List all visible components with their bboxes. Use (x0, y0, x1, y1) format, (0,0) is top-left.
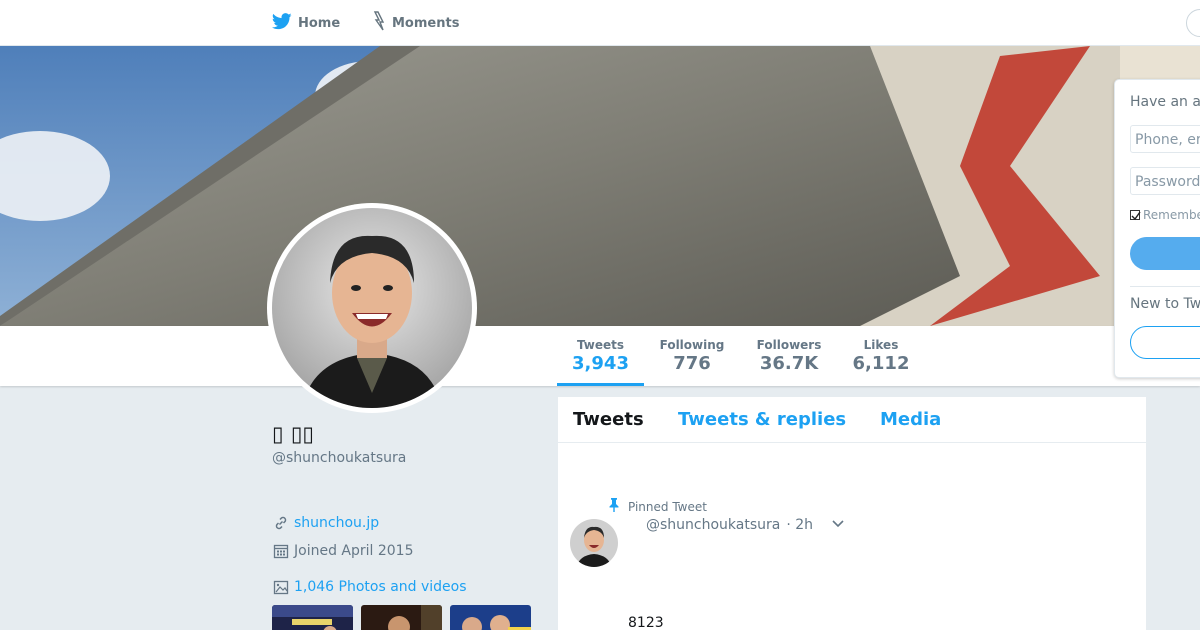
lightning-icon (372, 11, 386, 35)
remember-me-label: Remembe (1143, 208, 1200, 222)
media-thumbnail[interactable] (272, 605, 353, 630)
tweet-timestamp[interactable]: · 2h (786, 517, 813, 533)
nav-moments-link[interactable]: Moments (372, 0, 459, 46)
profile-joined-text: Joined April 2015 (294, 543, 414, 559)
profile-joined-row: Joined April 2015 (272, 542, 414, 560)
media-thumbnail[interactable] (450, 605, 531, 630)
signup-button[interactable] (1130, 326, 1200, 359)
profile-media-link[interactable]: 1,046 Photos and videos (294, 579, 467, 595)
link-icon (272, 514, 290, 532)
remember-me-row[interactable]: Remembe (1130, 208, 1200, 222)
profile-website-link[interactable]: shunchou.jp (294, 515, 379, 531)
nav-home-label: Home (298, 15, 341, 31)
calendar-icon (272, 542, 290, 560)
image-icon (272, 578, 290, 596)
login-divider (1130, 286, 1200, 287)
pinned-label-row: Pinned Tweet (608, 498, 707, 515)
tab-tweets[interactable]: Tweets (573, 409, 644, 430)
profile-nav: Tweets 3,943 Following 776 Followers 36.… (0, 326, 1200, 386)
timeline: Tweets Tweets & replies Media Pinned Twe… (558, 397, 1146, 630)
twitter-bird-icon (271, 12, 292, 34)
media-thumbnails (272, 605, 531, 630)
tab-media[interactable]: Media (880, 409, 941, 430)
remember-me-checkbox[interactable] (1130, 210, 1141, 221)
media-thumbnail[interactable] (361, 605, 442, 630)
avatar-photo (272, 208, 472, 408)
tweet-author-handle[interactable]: @shunchoukatsura (646, 517, 780, 533)
profile-avatar[interactable] (267, 203, 477, 413)
nav-home-link[interactable]: Home (271, 0, 341, 46)
stat-following-value: 776 (673, 353, 711, 374)
stat-tweets-value: 3,943 (572, 353, 629, 374)
password-input[interactable]: Password (1130, 167, 1200, 195)
login-button[interactable] (1130, 237, 1200, 270)
new-to-twitter-label: New to Tw (1130, 296, 1200, 312)
stat-following[interactable]: Following 776 (652, 326, 732, 386)
stat-followers-label: Followers (756, 338, 822, 352)
stat-likes-label: Likes (863, 338, 899, 352)
profile-banner (0, 46, 1200, 326)
chevron-down-icon[interactable] (831, 517, 845, 533)
stat-tweets-label: Tweets (576, 338, 625, 352)
profile-website-row: shunchou.jp (272, 514, 379, 532)
stat-followers-value: 36.7K (759, 353, 819, 374)
tweet-text-line: 8123 (628, 615, 664, 630)
pinned-tweet-label: Pinned Tweet (628, 499, 707, 514)
stat-likes-value: 6,112 (852, 353, 910, 374)
top-nav: Home Moments (0, 0, 1200, 46)
profile-handle[interactable]: @shunchoukatsura (272, 450, 406, 466)
tweet-header: @shunchoukatsura · 2h (646, 517, 845, 533)
stat-tweets[interactable]: Tweets 3,943 (557, 326, 644, 386)
nav-moments-label: Moments (392, 15, 460, 31)
timeline-tabs: Tweets Tweets & replies Media (558, 397, 1146, 443)
phone-email-input[interactable]: Phone, er (1130, 125, 1200, 153)
nav-search-button[interactable] (1186, 9, 1200, 37)
profile-fullname[interactable]: ▯ ▯▯ (272, 422, 314, 446)
login-dialog: Have an a Phone, er Password Remembe New… (1114, 79, 1200, 378)
stat-following-label: Following (659, 338, 725, 352)
tweet-avatar[interactable] (570, 519, 618, 567)
pin-icon (608, 498, 620, 515)
stat-followers[interactable]: Followers 36.7K (748, 326, 830, 386)
login-title: Have an a (1130, 94, 1200, 110)
tab-tweets-replies[interactable]: Tweets & replies (678, 409, 846, 430)
stat-likes[interactable]: Likes 6,112 (846, 326, 916, 386)
profile-media-row: 1,046 Photos and videos (272, 578, 467, 596)
